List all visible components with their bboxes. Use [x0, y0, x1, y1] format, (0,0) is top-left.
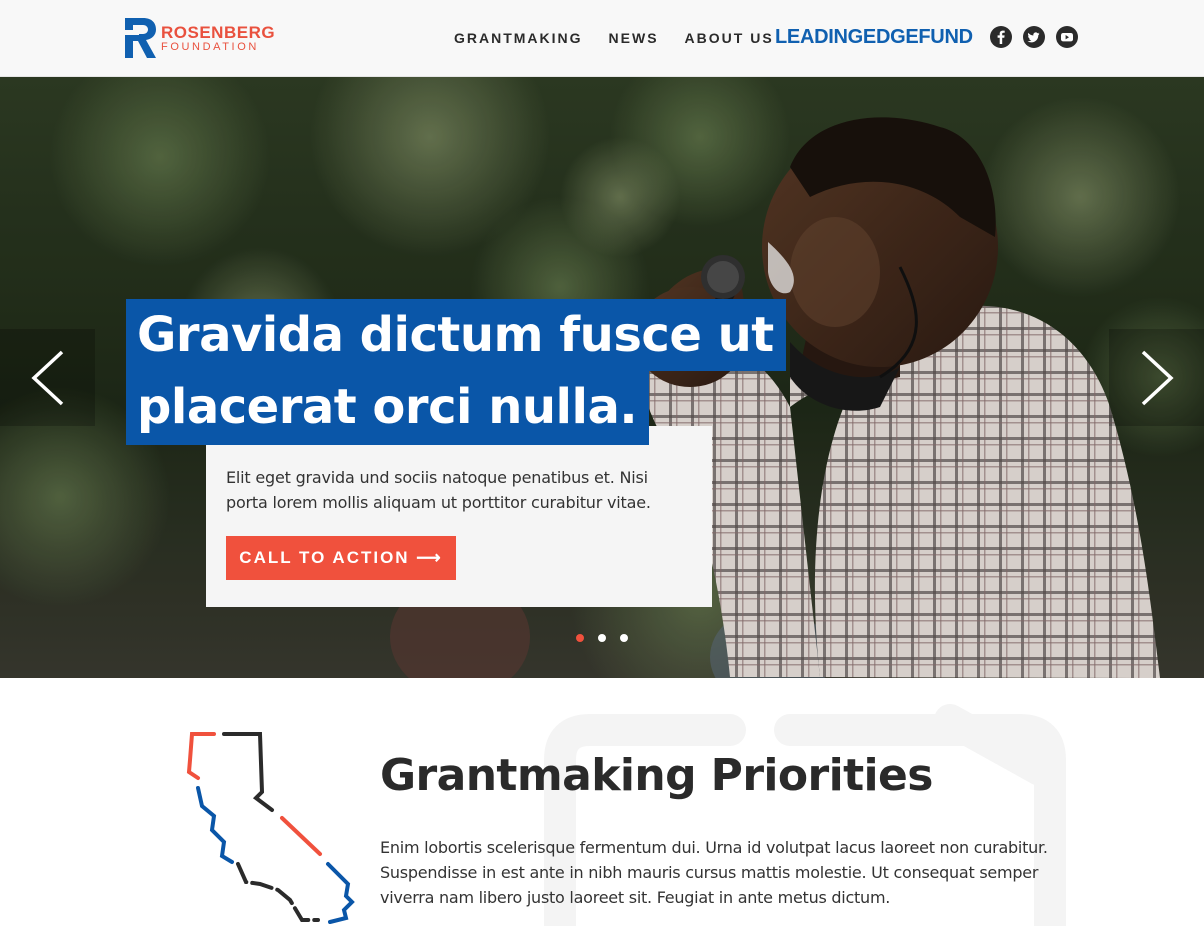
logo-subtitle: FOUNDATION	[161, 40, 259, 53]
chevron-right-icon	[1141, 350, 1174, 405]
carousel-dot-1[interactable]	[576, 634, 584, 642]
hero-card: Elit eget gravida und sociis natoque pen…	[206, 426, 712, 607]
youtube-icon[interactable]	[1056, 26, 1078, 48]
social-links	[990, 26, 1089, 48]
hero-headline-line-2: placerat orci nulla.	[126, 371, 650, 445]
hero-body: Elit eget gravida und sociis natoque pen…	[226, 468, 651, 512]
lef-part-fund: FUND	[918, 26, 973, 48]
california-map-icon	[186, 732, 355, 924]
logo-r-mark-icon	[124, 18, 157, 58]
twitter-icon[interactable]	[1023, 26, 1045, 48]
hero-headline: Gravida dictum fusce ut placerat orci nu…	[126, 299, 786, 445]
carousel-dot-2[interactable]	[598, 634, 606, 642]
carousel-dot-3[interactable]	[620, 634, 628, 642]
leading-edge-fund-link[interactable]: LEADINGEDGEFUND	[775, 26, 973, 48]
carousel-dots	[576, 634, 642, 642]
main-nav: GRANTMAKING NEWS ABOUT US	[454, 28, 800, 48]
hero-carousel: Elit eget gravida und sociis natoque pen…	[0, 77, 1204, 678]
nav-about-us[interactable]: ABOUT US	[685, 28, 774, 48]
carousel-prev-button[interactable]	[0, 329, 95, 426]
logo-name: ROSENBERG	[161, 22, 276, 42]
nav-grantmaking[interactable]: GRANTMAKING	[454, 28, 583, 48]
priorities-title: Grantmaking Priorities	[380, 750, 933, 801]
chevron-left-icon	[30, 350, 63, 405]
priorities-body: Enim lobortis scelerisque fermentum dui.…	[380, 838, 1048, 907]
call-to-action-button[interactable]: CALL TO ACTION ⟶	[226, 536, 456, 580]
nav-news[interactable]: NEWS	[609, 28, 659, 48]
facebook-icon[interactable]	[990, 26, 1012, 48]
lef-part-edge: EDGE	[862, 26, 919, 48]
hero-headline-line-1: Gravida dictum fusce ut	[126, 299, 786, 371]
lef-part-leading: LEADING	[775, 26, 863, 48]
carousel-next-button[interactable]	[1109, 329, 1204, 426]
site-header: ROSENBERG FOUNDATION GRANTMAKING NEWS AB…	[0, 0, 1204, 77]
grantmaking-priorities-section: Grantmaking Priorities Enim lobortis sce…	[0, 678, 1204, 926]
rosenberg-logo[interactable]: ROSENBERG FOUNDATION	[124, 17, 275, 59]
